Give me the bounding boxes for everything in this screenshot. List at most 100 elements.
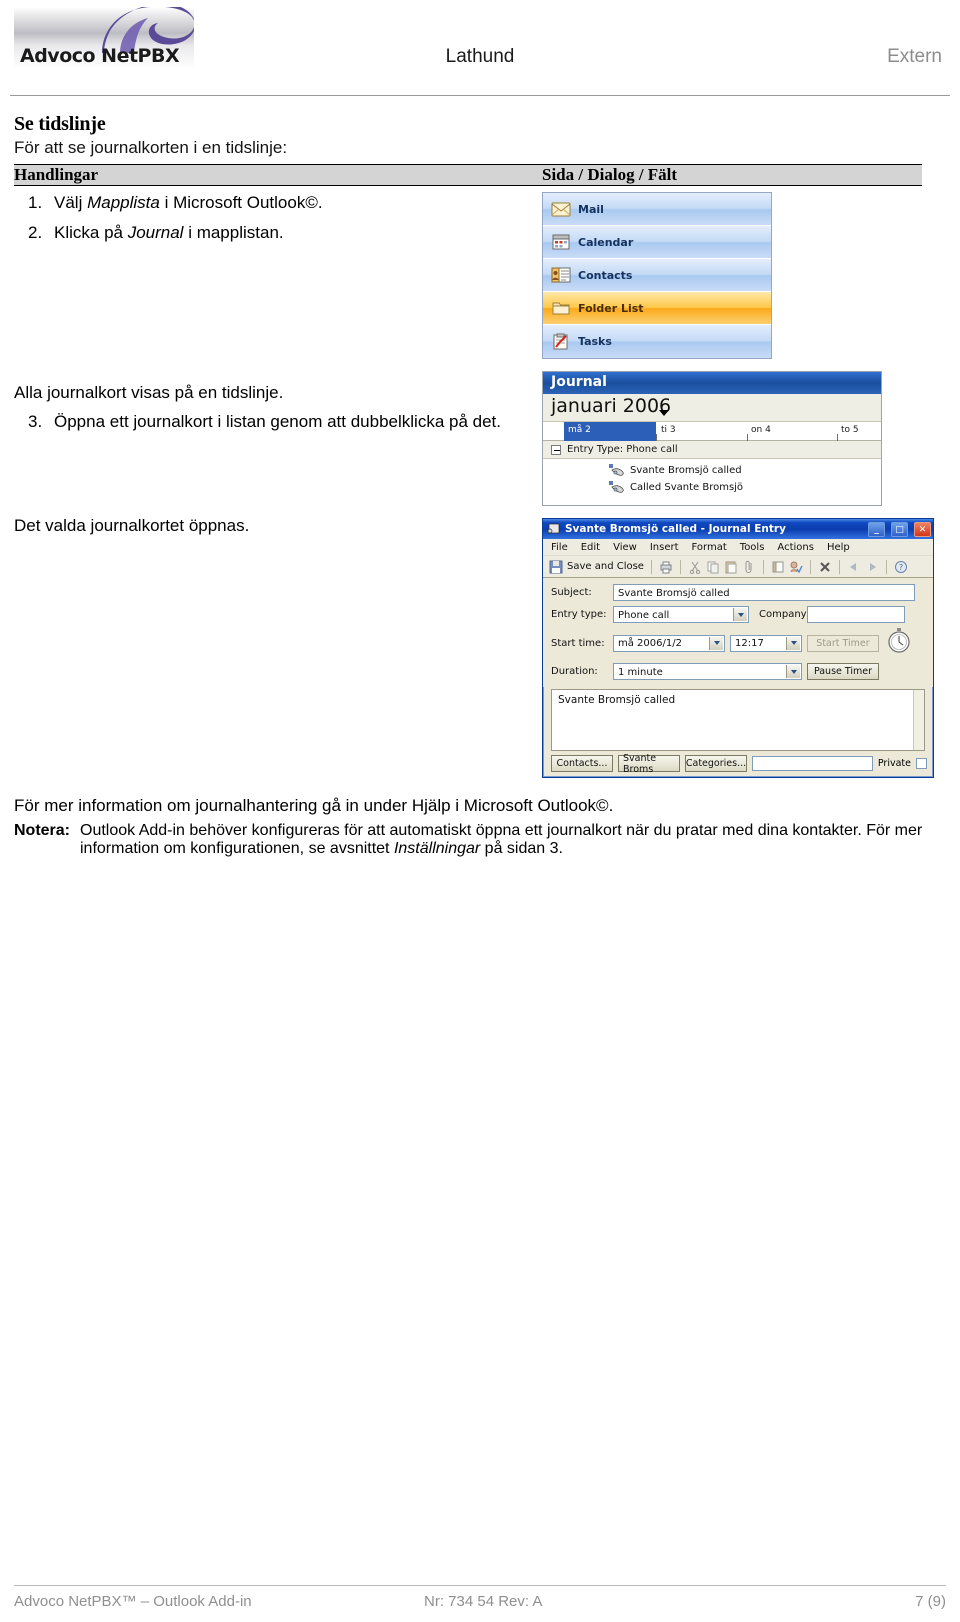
brand-logo: Advoco NetPBX bbox=[14, 7, 194, 69]
menu-item-format[interactable]: Format bbox=[692, 542, 727, 553]
footer-product: Advoco NetPBX™ – Outlook Add-in bbox=[14, 1593, 252, 1610]
note-emphasis: Inställningar bbox=[393, 839, 481, 857]
check-names-icon[interactable] bbox=[789, 560, 803, 574]
categories-button[interactable]: Categories... bbox=[685, 755, 747, 772]
actions-cell-2: Alla journalkort visas på en tidslinje. … bbox=[14, 367, 542, 514]
entry-type-row: Entry type: Phone call Company: bbox=[551, 606, 925, 623]
cut-icon[interactable] bbox=[688, 560, 702, 574]
day-label: ti 3 bbox=[661, 425, 676, 435]
attach-icon[interactable] bbox=[742, 560, 756, 574]
next-item-icon[interactable] bbox=[865, 560, 879, 574]
delete-icon[interactable] bbox=[818, 560, 832, 574]
list-item[interactable]: Svante Bromsjö called bbox=[543, 462, 881, 479]
step-emphasis: Mapplista bbox=[87, 193, 160, 212]
step-list-1: 1. Välj Mapplista i Microsoft Outlook©. … bbox=[14, 191, 542, 245]
entry-type-select[interactable]: Phone call bbox=[613, 606, 749, 623]
copy-icon[interactable] bbox=[706, 560, 720, 574]
private-checkbox[interactable] bbox=[916, 758, 927, 769]
table-row: 1. Välj Mapplista i Microsoft Outlook©. … bbox=[14, 186, 922, 368]
subject-input[interactable]: Svante Bromsjö called bbox=[613, 584, 915, 601]
closing-paragraph: För mer information om journalhantering … bbox=[14, 796, 614, 815]
save-and-close-button[interactable]: Save and Close bbox=[567, 561, 644, 572]
section-heading: Se tidslinje bbox=[14, 113, 106, 135]
sidebar-item-calendar[interactable]: Calendar bbox=[543, 226, 771, 259]
dialog-titlebar: Svante Bromsjö called - Journal Entry _ … bbox=[543, 519, 933, 539]
svg-text:?: ? bbox=[899, 563, 903, 572]
duration-row: Duration: 1 minute Pause Timer bbox=[551, 663, 925, 680]
subject-row: Subject: Svante Bromsjö called bbox=[551, 584, 925, 601]
journal-entry-list: Svante Bromsjö called Called Svante Brom… bbox=[543, 459, 881, 505]
minimize-button[interactable]: _ bbox=[868, 521, 885, 537]
journal-entry-dialog-screenshot: Svante Bromsjö called - Journal Entry _ … bbox=[542, 514, 934, 786]
menu-item-actions[interactable]: Actions bbox=[777, 542, 814, 553]
step-text: Öppna ett journalkort i listan genom att… bbox=[54, 411, 501, 431]
start-date-select[interactable]: må 2006/1/2 bbox=[613, 634, 725, 652]
phone-call-icon bbox=[609, 481, 624, 493]
sidebar-item-label: Contacts bbox=[578, 268, 633, 282]
chevron-down-icon[interactable] bbox=[786, 636, 800, 650]
menu-item-view[interactable]: View bbox=[613, 542, 637, 553]
company-input[interactable] bbox=[807, 606, 905, 623]
dialog-menubar: File Edit View Insert Format Tools Actio… bbox=[543, 539, 933, 556]
mail-icon bbox=[551, 202, 571, 217]
categories-input[interactable] bbox=[752, 756, 873, 771]
save-icon[interactable] bbox=[549, 560, 563, 574]
chevron-down-icon[interactable] bbox=[786, 665, 800, 678]
start-timer-button[interactable]: Start Timer bbox=[807, 634, 879, 652]
dialog-form: Subject: Svante Bromsjö called Entry typ… bbox=[543, 578, 933, 687]
previous-item-icon[interactable] bbox=[847, 560, 861, 574]
screenshot-cell-3: Svante Bromsjö called - Journal Entry _ … bbox=[542, 514, 934, 786]
dialog-toolbar: Save and Close ? bbox=[543, 556, 933, 578]
subject-label: Subject: bbox=[551, 587, 592, 598]
contacts-icon bbox=[551, 267, 571, 283]
sidebar-item-mail[interactable]: Mail bbox=[543, 193, 771, 226]
document-classification: Extern bbox=[887, 46, 942, 67]
chevron-down-icon[interactable] bbox=[709, 636, 723, 650]
paste-icon[interactable] bbox=[724, 560, 738, 574]
entry-label: Svante Bromsjö called bbox=[630, 465, 742, 476]
help-icon[interactable]: ? bbox=[894, 560, 908, 574]
menu-item-edit[interactable]: Edit bbox=[581, 542, 600, 553]
maximize-button[interactable]: □ bbox=[891, 521, 908, 537]
print-icon[interactable] bbox=[659, 560, 673, 574]
journal-entry-icon bbox=[547, 523, 560, 534]
paragraph-all-cards: Alla journalkort visas på en tidslinje. bbox=[14, 383, 284, 402]
footer-document-number: Nr: 734 54 Rev: A bbox=[424, 1593, 543, 1610]
journal-day-scale: må 2 ti 3 on 4 to 5 bbox=[543, 422, 881, 441]
contacts-button[interactable]: Contacts... bbox=[551, 755, 613, 772]
page-header: Advoco NetPBX Lathund Extern bbox=[0, 0, 960, 96]
step-number: 3. bbox=[28, 411, 43, 431]
actions-cell-3: Det valda journalkortet öppnas. bbox=[14, 514, 542, 786]
sidebar-item-tasks[interactable]: Tasks bbox=[543, 325, 771, 358]
address-book-icon[interactable] bbox=[771, 560, 785, 574]
start-time-label: Start time: bbox=[551, 637, 605, 649]
menu-item-tools[interactable]: Tools bbox=[740, 542, 765, 553]
vertical-scrollbar[interactable] bbox=[913, 690, 924, 750]
start-clock-select[interactable]: 12:17 bbox=[730, 634, 802, 652]
collapse-icon[interactable] bbox=[551, 444, 561, 455]
list-item[interactable]: Called Svante Bromsjö bbox=[543, 479, 881, 496]
contact-name-button[interactable]: Svante Broms bbox=[618, 753, 680, 775]
private-label: Private bbox=[877, 758, 911, 769]
section-lead: För att se journalkorten i en tidslinje: bbox=[14, 138, 288, 157]
entry-label: Called Svante Bromsjö bbox=[630, 482, 744, 493]
sidebar-item-folder-list[interactable]: Folder List bbox=[543, 292, 771, 325]
menu-item-help[interactable]: Help bbox=[827, 542, 850, 553]
sidebar-item-contacts[interactable]: Contacts bbox=[543, 259, 771, 292]
note-body-textarea[interactable]: Svante Bromsjö called bbox=[551, 689, 925, 751]
step-emphasis: Journal bbox=[127, 222, 184, 242]
entry-type-label: Entry type: bbox=[551, 609, 607, 620]
menu-item-insert[interactable]: Insert bbox=[650, 542, 679, 553]
menu-item-file[interactable]: File bbox=[551, 542, 568, 553]
chevron-down-icon[interactable] bbox=[733, 608, 747, 621]
journal-group-header[interactable]: Entry Type: Phone call bbox=[543, 441, 881, 459]
sidebar-item-label: Calendar bbox=[578, 235, 634, 249]
duration-select[interactable]: 1 minute bbox=[613, 663, 802, 680]
step-number: 2. bbox=[28, 222, 43, 242]
timer-clock bbox=[887, 628, 911, 658]
pause-timer-button[interactable]: Pause Timer bbox=[807, 663, 879, 680]
chevron-down-icon[interactable] bbox=[659, 410, 669, 416]
close-button[interactable]: ✕ bbox=[914, 521, 931, 537]
folder-icon bbox=[552, 302, 570, 315]
table-row: Det valda journalkortet öppnas. Svante B… bbox=[14, 514, 934, 786]
